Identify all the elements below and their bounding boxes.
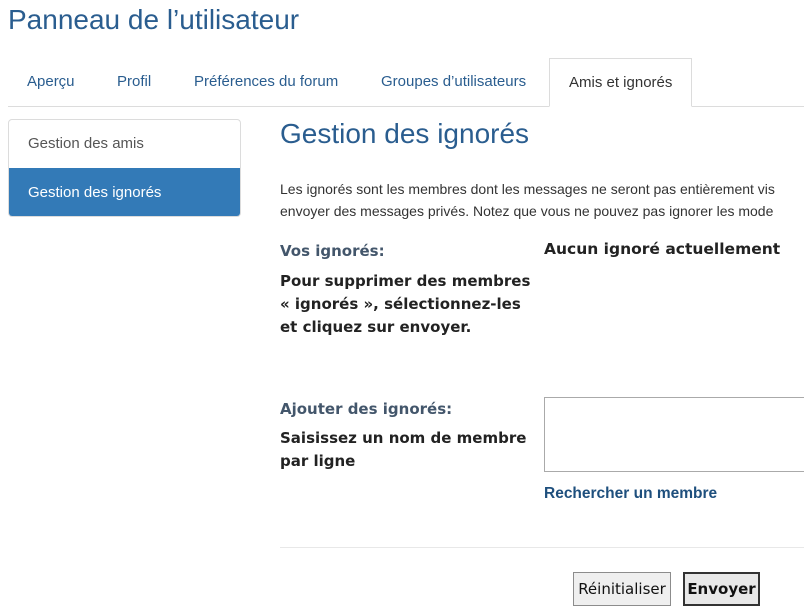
submit-button[interactable]: Envoyer <box>683 572 760 606</box>
reset-button[interactable]: Réinitialiser <box>573 572 671 606</box>
sidebar-item-manage-friends[interactable]: Gestion des amis <box>9 120 240 168</box>
main-panel: Gestion des ignorés Les ignorés sont les… <box>280 118 804 611</box>
tab-forum-preferences[interactable]: Préférences du forum <box>194 58 338 106</box>
tab-overview[interactable]: Aperçu <box>27 58 75 106</box>
your-foes-label-block: Vos ignorés: Pour supprimer des membres … <box>280 240 540 339</box>
description: Les ignorés sont les membres dont les me… <box>280 178 804 222</box>
tab-friends-and-foes[interactable]: Amis et ignorés <box>549 58 693 107</box>
sidebar: Gestion des amis Gestion des ignorés <box>8 119 241 217</box>
add-foes-textarea[interactable] <box>544 397 804 472</box>
add-foes-label-block: Ajouter des ignorés: Saisissez un nom de… <box>280 398 540 473</box>
add-foes-help: Saisissez un nom de membre par ligne <box>280 429 527 470</box>
sidebar-item-manage-foes[interactable]: Gestion des ignorés <box>9 168 240 216</box>
divider <box>280 547 804 548</box>
section-heading: Gestion des ignorés <box>280 118 530 149</box>
add-foes-label: Ajouter des ignorés: <box>280 400 453 418</box>
your-foes-help: Pour supprimer des membres « ignorés », … <box>280 272 531 336</box>
page-title: Panneau de l’utilisateur <box>8 4 300 35</box>
tab-bar: Aperçu Profil Préférences du forum Group… <box>8 58 804 107</box>
find-member-link[interactable]: Rechercher un membre <box>544 485 717 503</box>
description-line-1: Les ignorés sont les membres dont les me… <box>280 181 775 197</box>
no-foes-message: Aucun ignoré actuellement <box>544 240 781 258</box>
tab-user-groups[interactable]: Groupes d’utilisateurs <box>381 58 526 106</box>
description-line-2: envoyer des messages privés. Notez que v… <box>280 203 774 219</box>
your-foes-label: Vos ignorés: <box>280 242 385 260</box>
tab-profile[interactable]: Profil <box>117 58 151 106</box>
